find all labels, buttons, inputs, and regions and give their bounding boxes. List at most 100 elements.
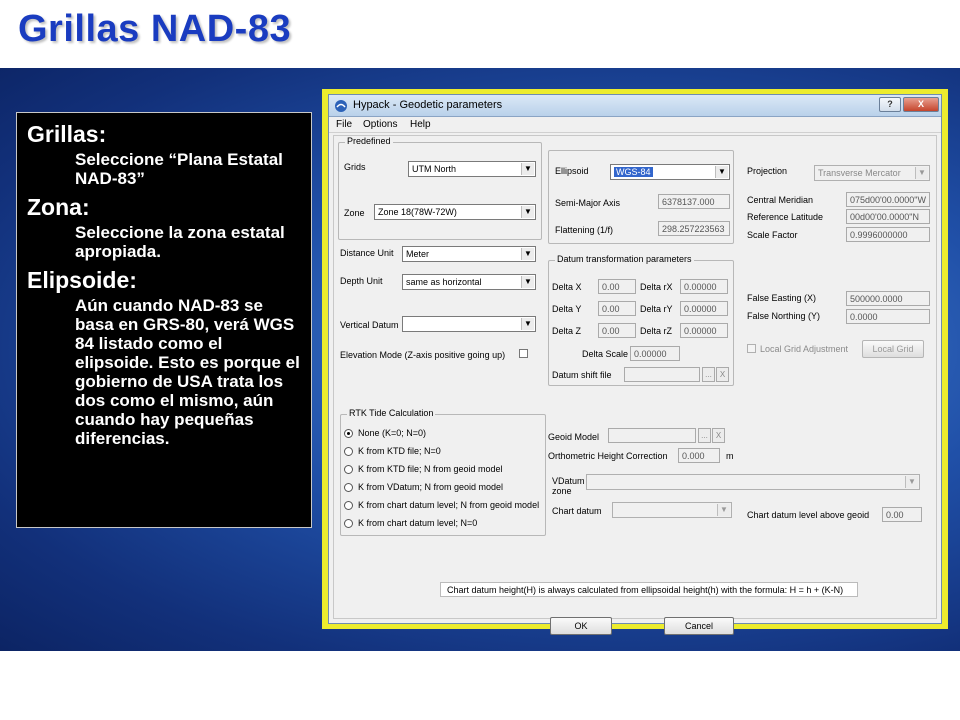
grids-label: Grids: [344, 162, 366, 172]
distance-unit-label: Distance Unit: [340, 248, 394, 258]
false-easting-field: 500000.0000: [846, 291, 930, 306]
help-button[interactable]: ?: [879, 97, 901, 112]
elevation-mode-label: Elevation Mode (Z-axis positive going up…: [340, 350, 506, 360]
datum-shift-file-label: Datum shift file: [552, 370, 612, 380]
section-body-elipsoide: Aún cuando NAD-83 se basa en GRS-80, ver…: [75, 296, 300, 448]
dialog-content: Predefined Grids UTM North ▼ Zone Zone 1…: [333, 135, 937, 635]
rtk-option-radio-5[interactable]: [344, 519, 353, 528]
elevation-mode-checkbox[interactable]: [519, 349, 528, 358]
flattening-field: 298.257223563: [658, 221, 730, 236]
delta-rx-label: Delta rX: [640, 282, 673, 292]
predefined-group-title: Predefined: [345, 136, 393, 146]
rtk-option-radio-3[interactable]: [344, 483, 353, 492]
orthometric-field: 0.000: [678, 448, 720, 463]
rtk-option-label-1: K from KTD file; N=0: [358, 446, 441, 456]
zone-value: Zone 18(78W-72W): [378, 207, 457, 217]
section-body-grillas: Seleccione “Plana Estatal NAD-83”: [75, 150, 283, 188]
chart-datum-combo[interactable]: ▼: [612, 502, 732, 518]
local-grid-checkbox-label: Local Grid Adjustment: [760, 344, 849, 354]
chart-level-label: Chart datum level above geoid: [747, 510, 870, 520]
vertical-datum-label: Vertical Datum: [340, 320, 399, 330]
chart-level-field: 0.00: [882, 507, 922, 522]
central-meridian-label: Central Meridian: [747, 195, 814, 205]
scale-factor-field: 0.9996000000: [846, 227, 930, 242]
false-northing-label: False Northing (Y): [747, 311, 821, 321]
local-grid-button[interactable]: Local Grid: [862, 340, 924, 358]
rtk-option-radio-1[interactable]: [344, 447, 353, 456]
semi-major-field: 6378137.000: [658, 194, 730, 209]
delta-y-field: 0.00: [598, 301, 636, 316]
scale-factor-label: Scale Factor: [747, 230, 798, 240]
menu-bar: File Options Help: [329, 117, 941, 133]
section-body-zona: Seleccione la zona estatal apropiada.: [75, 223, 285, 261]
delta-rz-field: 0.00000: [680, 323, 728, 338]
projection-value: Transverse Mercator: [818, 168, 901, 178]
datum-shift-clear-button[interactable]: X: [716, 367, 729, 382]
ok-button[interactable]: OK: [550, 617, 612, 635]
datum-transformation-title: Datum transformation parameters: [555, 254, 694, 264]
rtk-option-label-4: K from chart datum level; N from geoid m…: [358, 500, 540, 510]
ellipsoid-value: WGS-84: [614, 167, 653, 177]
delta-rx-field: 0.00000: [680, 279, 728, 294]
delta-x-field: 0.00: [598, 279, 636, 294]
orthometric-unit: m: [726, 451, 734, 461]
chart-datum-label: Chart datum: [552, 506, 602, 516]
central-meridian-field: 075d00'00.0000"W: [846, 192, 930, 207]
section-heading-zona: Zona:: [27, 194, 90, 220]
slide-text-box: Grillas: Seleccione “Plana Estatal NAD-8…: [16, 112, 312, 528]
delta-z-field: 0.00: [598, 323, 636, 338]
dialog-titlebar[interactable]: Hypack - Geodetic parameters ? X: [329, 95, 941, 117]
zone-label: Zone: [344, 208, 365, 218]
false-easting-label: False Easting (X): [747, 293, 817, 303]
rtk-option-label-2: K from KTD file; N from geoid model: [358, 464, 503, 474]
geoid-model-label: Geoid Model: [548, 432, 600, 442]
chevron-down-icon: ▼: [521, 206, 534, 218]
delta-y-label: Delta Y: [552, 304, 582, 314]
dialog-title: Hypack - Geodetic parameters: [353, 99, 503, 111]
delta-scale-label: Delta Scale: [582, 349, 629, 359]
grids-combo[interactable]: UTM North ▼: [408, 161, 536, 177]
orthometric-label: Orthometric Height Correction: [548, 451, 668, 461]
chevron-down-icon: ▼: [717, 504, 730, 516]
reference-latitude-field: 00d00'00.0000"N: [846, 209, 930, 224]
geoid-model-field: [608, 428, 696, 443]
rtk-option-radio-0[interactable]: [344, 429, 353, 438]
geoid-clear-button[interactable]: X: [712, 428, 725, 443]
rtk-tide-group-title: RTK Tide Calculation: [347, 408, 436, 418]
delta-rz-label: Delta rZ: [640, 326, 673, 336]
cancel-button[interactable]: Cancel: [664, 617, 734, 635]
chevron-down-icon: ▼: [905, 476, 918, 488]
chevron-down-icon: ▼: [521, 163, 534, 175]
flattening-label: Flattening (1/f): [555, 225, 614, 235]
vdatum-zone-combo[interactable]: ▼: [586, 474, 920, 490]
vertical-datum-combo[interactable]: ▼: [402, 316, 536, 332]
menu-help[interactable]: Help: [410, 119, 431, 130]
zone-combo[interactable]: Zone 18(78W-72W) ▼: [374, 204, 536, 220]
projection-label: Projection: [747, 166, 788, 176]
datum-shift-browse-button[interactable]: ...: [702, 367, 715, 382]
rtk-option-radio-4[interactable]: [344, 501, 353, 510]
menu-options[interactable]: Options: [363, 119, 397, 130]
distance-unit-combo[interactable]: Meter ▼: [402, 246, 536, 262]
rtk-option-label-0: None (K=0; N=0): [358, 428, 427, 438]
geoid-browse-button[interactable]: ...: [698, 428, 711, 443]
false-northing-field: 0.0000: [846, 309, 930, 324]
close-button[interactable]: X: [903, 97, 939, 112]
chevron-down-icon: ▼: [521, 248, 534, 260]
formula-note: Chart datum height(H) is always calculat…: [440, 582, 858, 597]
menu-file[interactable]: File: [336, 119, 352, 130]
semi-major-label: Semi-Major Axis: [555, 198, 621, 208]
projection-combo[interactable]: Transverse Mercator ▼: [814, 165, 930, 181]
distance-unit-value: Meter: [406, 249, 430, 259]
local-grid-checkbox[interactable]: [747, 344, 756, 353]
hypack-app-icon: [335, 100, 347, 112]
depth-unit-combo[interactable]: same as horizontal ▼: [402, 274, 536, 290]
delta-ry-field: 0.00000: [680, 301, 728, 316]
section-heading-elipsoide: Elipsoide:: [27, 267, 137, 293]
chevron-down-icon: ▼: [521, 276, 534, 288]
predefined-group: Predefined: [338, 136, 542, 240]
rtk-option-radio-2[interactable]: [344, 465, 353, 474]
depth-unit-label: Depth Unit: [340, 276, 383, 286]
slide-title: Grillas NAD-83: [18, 8, 292, 50]
ellipsoid-combo[interactable]: WGS-84 ▼: [610, 164, 730, 180]
